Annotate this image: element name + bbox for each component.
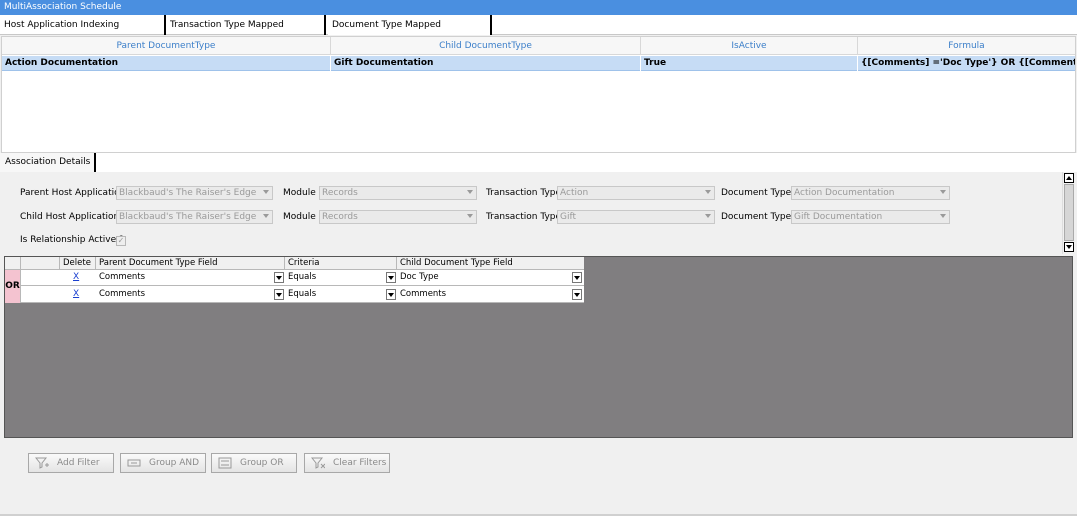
chevron-down-icon (263, 190, 269, 194)
clear-filters-label: Clear Filters (333, 458, 387, 468)
child-host-application-select[interactable]: Blackbaud's The Raiser's Edge (116, 210, 273, 224)
parent-module-value: Records (322, 188, 358, 198)
tab-transaction-type-mapped[interactable]: Transaction Type Mapped Association (166, 15, 326, 50)
parent-host-application-label: Parent Host Application (20, 188, 126, 198)
column-header-child-documenttype[interactable]: Child DocumentType (331, 37, 641, 55)
chevron-down-icon (467, 190, 473, 194)
child-module-value: Records (322, 212, 358, 222)
group-and-label: Group AND (149, 458, 200, 468)
chevron-down-icon (940, 190, 946, 194)
filter-editor: Delete Parent Document Type Field Criter… (4, 256, 1073, 438)
child-module-select[interactable]: Records (319, 210, 477, 224)
delete-filter-button[interactable]: X (73, 270, 79, 285)
tab-association-details[interactable]: Association Details (0, 153, 97, 172)
association-details-panel: Parent Host Application Blackbaud's The … (0, 172, 1062, 254)
relationship-active-checkbox[interactable]: ✓ (116, 236, 126, 246)
parent-host-application-select[interactable]: Blackbaud's The Raiser's Edge (116, 186, 273, 200)
table-row[interactable]: Action Documentation Gift Documentation … (2, 56, 1075, 71)
chevron-down-icon[interactable] (572, 272, 582, 283)
child-transaction-type-label: Transaction Type (486, 212, 562, 222)
child-document-type-label: Document Type (721, 212, 792, 222)
list-item[interactable]: X Comments Equals Doc Type (21, 270, 584, 286)
parent-transaction-type-label: Transaction Type (486, 188, 562, 198)
filter-grid: Delete Parent Document Type Field Criter… (5, 257, 584, 303)
scroll-down-button[interactable] (1064, 242, 1074, 252)
column-header-formula[interactable]: Formula (858, 37, 1075, 55)
parent-host-application-value: Blackbaud's The Raiser's Edge (119, 188, 257, 198)
child-document-type-select[interactable]: Gift Documentation (791, 210, 950, 224)
chevron-down-icon (940, 214, 946, 218)
funnel-clear-icon (311, 457, 325, 469)
parent-transaction-type-value: Action (560, 188, 589, 198)
add-filter-button[interactable]: Add Filter (28, 453, 114, 473)
association-grid: Parent DocumentType Child DocumentType I… (1, 36, 1076, 153)
group-or-button[interactable]: Group OR (211, 453, 297, 473)
child-field-value[interactable]: Comments (397, 287, 446, 302)
add-filter-label: Add Filter (57, 458, 100, 468)
details-scrollbar[interactable] (1062, 172, 1074, 254)
delete-filter-button[interactable]: X (73, 287, 79, 302)
child-host-application-value: Blackbaud's The Raiser's Edge (119, 212, 257, 222)
filter-header-delete: Delete (60, 257, 96, 270)
chevron-down-icon (467, 214, 473, 218)
chevron-down-icon[interactable] (274, 289, 284, 300)
parent-document-type-select[interactable]: Action Documentation (791, 186, 950, 200)
cell-parent-documenttype: Action Documentation (2, 56, 331, 71)
group-or-label: Group OR (240, 458, 284, 468)
child-transaction-type-select[interactable]: Gift (557, 210, 715, 224)
group-and-button[interactable]: Group AND (120, 453, 206, 473)
group-and-icon (127, 459, 141, 467)
clear-filters-button[interactable]: Clear Filters (304, 453, 390, 473)
chevron-down-icon[interactable] (274, 272, 284, 283)
criteria-value[interactable]: Equals (285, 270, 316, 285)
parent-module-label: Module (283, 188, 316, 198)
cell-child-documenttype: Gift Documentation (331, 56, 641, 71)
filter-header-corner (5, 257, 21, 270)
chevron-down-icon (263, 214, 269, 218)
parent-document-type-label: Document Type (721, 188, 792, 198)
window-titlebar: MultiAssociation Schedule (0, 0, 1077, 15)
chevron-down-icon (705, 214, 711, 218)
tab-document-type-mapped[interactable]: Document Type Mapped Association (328, 15, 492, 50)
cell-formula: {[Comments] ='Doc Type'} OR {[Comments] … (861, 58, 1075, 68)
parent-field-value[interactable]: Comments (96, 287, 145, 302)
relationship-active-label: Is Relationship Active ? (20, 235, 124, 245)
parent-document-type-value: Action Documentation (794, 188, 895, 198)
column-header-isactive[interactable]: IsActive (641, 37, 858, 55)
list-item[interactable]: X Comments Equals Comments (21, 287, 584, 303)
column-header-parent-documenttype[interactable]: Parent DocumentType (2, 37, 331, 55)
parent-field-value[interactable]: Comments (96, 270, 145, 285)
filter-header-parent-field: Parent Document Type Field (96, 257, 285, 270)
main-tabs: Host Application Indexing Association Tr… (0, 15, 1077, 50)
chevron-down-icon[interactable] (386, 272, 396, 283)
scroll-thumb[interactable] (1064, 184, 1074, 241)
child-document-type-value: Gift Documentation (794, 212, 883, 222)
window-title: MultiAssociation Schedule (4, 2, 122, 12)
chevron-down-icon[interactable] (386, 289, 396, 300)
parent-transaction-type-select[interactable]: Action (557, 186, 715, 200)
chevron-down-icon (705, 190, 711, 194)
details-tabs: Association Details (0, 153, 1077, 172)
filter-header-child-field: Child Document Type Field (397, 257, 584, 270)
cell-isactive: True (641, 56, 858, 71)
scroll-up-button[interactable] (1064, 173, 1074, 183)
funnel-plus-icon (35, 457, 49, 469)
child-module-label: Module (283, 212, 316, 222)
or-group-label[interactable]: OR (5, 270, 21, 303)
criteria-value[interactable]: Equals (285, 287, 316, 302)
chevron-down-icon[interactable] (572, 289, 582, 300)
parent-module-select[interactable]: Records (319, 186, 477, 200)
filter-header-spacer (21, 257, 60, 270)
child-field-value[interactable]: Doc Type (397, 270, 439, 285)
child-transaction-type-value: Gift (560, 212, 577, 222)
filter-header-criteria: Criteria (285, 257, 397, 270)
child-host-application-label: Child Host Application (20, 212, 120, 222)
group-or-icon (218, 457, 232, 469)
tab-host-application-indexing[interactable]: Host Application Indexing Association (0, 15, 166, 50)
grid-header: Parent DocumentType Child DocumentType I… (2, 37, 1075, 55)
